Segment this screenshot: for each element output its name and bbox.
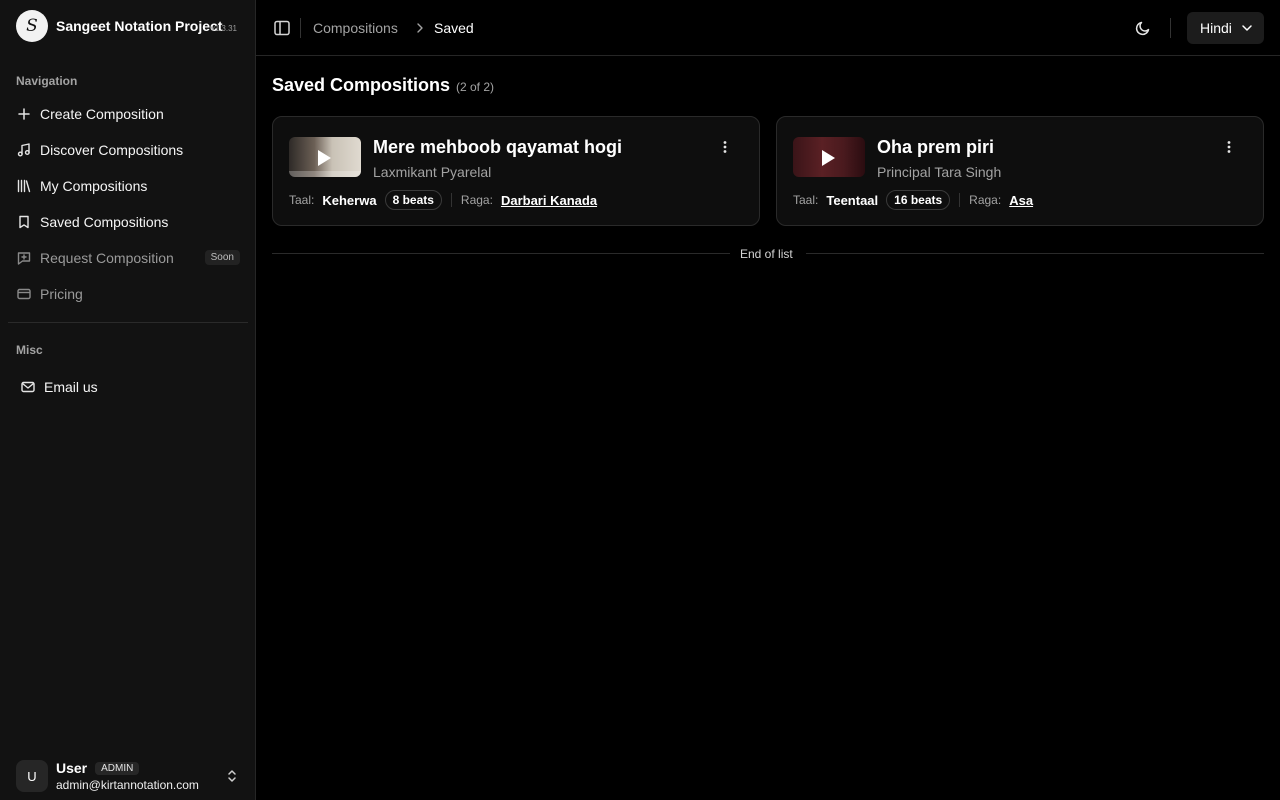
sidebar-item-label: Create Composition: [40, 106, 164, 122]
composition-meta: Taal: Teentaal 16 beats Raga: Asa: [793, 189, 1033, 211]
composition-meta: Taal: Keherwa 8 beats Raga: Darbari Kana…: [289, 189, 597, 211]
misc-group-label: Misc: [16, 343, 43, 357]
end-of-list-divider: [272, 253, 730, 254]
app-logo: S: [16, 10, 48, 42]
bookmark-icon: [16, 214, 32, 230]
taal-value: Teentaal: [826, 192, 879, 208]
sidebar-item-label: Discover Compositions: [40, 142, 184, 158]
play-icon: [318, 150, 331, 166]
moon-icon[interactable]: [1133, 18, 1153, 38]
mail-icon: [20, 379, 36, 395]
sidebar-divider: [8, 322, 248, 323]
sidebar-item-saved-compositions[interactable]: Saved Compositions: [8, 206, 248, 238]
more-vertical-icon[interactable]: [717, 139, 733, 155]
sidebar-item-create-composition[interactable]: Create Composition: [8, 98, 248, 130]
chevrons-up-down-icon: [224, 768, 240, 784]
sidebar-item-my-compositions[interactable]: My Compositions: [8, 170, 248, 202]
composition-card[interactable]: Oha prem piri Principal Tara Singh Taal:…: [776, 116, 1264, 226]
header-divider: [300, 18, 301, 38]
sidebar-item-email-us[interactable]: Email us: [12, 371, 252, 403]
avatar: U: [16, 760, 48, 792]
taal-value: Keherwa: [322, 192, 377, 208]
page-title: Saved Compositions: [272, 75, 451, 95]
raga-label: Raga:: [460, 193, 493, 207]
chevron-down-icon: [1240, 21, 1254, 35]
end-of-list-divider: [806, 253, 1264, 254]
result-count: (2 of 2): [456, 80, 495, 94]
language-select[interactable]: Hindi: [1187, 12, 1264, 44]
app-version: v1.3.31: [210, 24, 237, 33]
sidebar-item-label: Saved Compositions: [40, 214, 169, 230]
top-header: Compositions Saved Hindi: [256, 0, 1280, 56]
breadcrumb-current: Saved: [434, 20, 474, 36]
sidebar-item-label: Pricing: [40, 286, 83, 302]
raga-label: Raga:: [969, 193, 1002, 207]
role-badge: ADMIN: [95, 761, 140, 775]
sidebar-item-pricing[interactable]: Pricing: [8, 278, 248, 310]
sidebar: S Sangeet Notation Project v1.3.31 Navig…: [0, 0, 256, 800]
sidebar-item-label: Email us: [44, 379, 98, 395]
composition-title[interactable]: Mere mehboob qayamat hogi: [373, 137, 622, 158]
video-thumbnail[interactable]: [793, 137, 865, 177]
raga-link[interactable]: Asa: [1009, 193, 1033, 208]
brand[interactable]: S Sangeet Notation Project: [16, 10, 240, 42]
thumbnail-caption: [289, 171, 361, 177]
composition-artist: Principal Tara Singh: [877, 164, 1002, 180]
credit-card-icon: [16, 286, 32, 302]
end-of-list-text: End of list: [740, 247, 793, 261]
header-divider: [1170, 18, 1171, 38]
sidebar-item-label: My Compositions: [40, 178, 148, 194]
meta-divider: [959, 193, 961, 207]
beats-badge: 16 beats: [886, 190, 951, 210]
raga-link[interactable]: Darbari Kanada: [501, 193, 597, 208]
user-name: User: [56, 760, 88, 776]
user-menu[interactable]: U User ADMIN admin@kirtannotation.com: [8, 752, 248, 800]
chevron-right-icon: [413, 21, 427, 35]
sidebar-item-label: Request Composition: [40, 250, 174, 266]
taal-label: Taal:: [793, 193, 819, 207]
taal-label: Taal:: [289, 193, 315, 207]
user-email: admin@kirtannotation.com: [56, 778, 199, 792]
play-icon: [822, 150, 835, 166]
message-plus-icon: [16, 250, 32, 266]
more-vertical-icon[interactable]: [1221, 139, 1237, 155]
composition-card[interactable]: Mere mehboob qayamat hogi Laxmikant Pyar…: [272, 116, 760, 226]
language-value: Hindi: [1200, 20, 1232, 36]
meta-divider: [450, 193, 452, 207]
sidebar-item-request-composition[interactable]: Request Composition Soon: [8, 242, 248, 274]
breadcrumb-compositions[interactable]: Compositions: [313, 20, 398, 36]
nav-group-label: Navigation: [16, 74, 78, 88]
sidebar-item-discover-compositions[interactable]: Discover Compositions: [8, 134, 248, 166]
soon-badge: Soon: [204, 250, 240, 265]
composition-title[interactable]: Oha prem piri: [877, 137, 994, 158]
music-note-icon: [16, 142, 32, 158]
beats-badge: 8 beats: [384, 190, 442, 210]
video-thumbnail[interactable]: [289, 137, 361, 177]
sidebar-toggle-icon[interactable]: [272, 18, 292, 38]
composition-artist: Laxmikant Pyarelal: [373, 164, 492, 180]
plus-icon: [16, 106, 32, 122]
library-icon: [16, 178, 32, 194]
app-name: Sangeet Notation Project: [56, 18, 223, 34]
